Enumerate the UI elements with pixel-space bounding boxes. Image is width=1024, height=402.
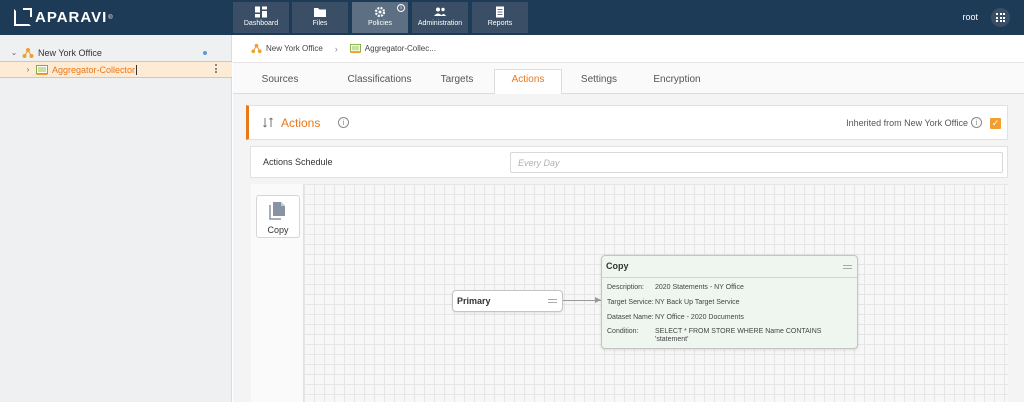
network-node-icon — [22, 47, 34, 58]
palette-copy-action[interactable]: Copy — [256, 195, 300, 238]
action-palette: Copy — [251, 184, 304, 402]
row-value: NY Office - 2020 Documents — [655, 314, 744, 321]
flow-icon — [263, 117, 273, 128]
breadcrumb: New York Office › Aggregator-Collec... — [233, 35, 1024, 63]
actions-schedule-input[interactable] — [510, 152, 1003, 173]
more-options-icon[interactable] — [215, 64, 218, 73]
apps-grid-icon — [996, 13, 1005, 22]
copy-icon — [269, 202, 285, 220]
nav-administration-button[interactable]: Administration — [412, 2, 468, 33]
tree-node-label: Aggregator-Collector — [52, 64, 138, 75]
actions-info-icon[interactable]: i — [338, 117, 349, 128]
breadcrumb-item-new-york-office[interactable]: New York Office — [266, 44, 323, 53]
collector-icon — [349, 43, 361, 54]
logo-text: APARAVI — [35, 9, 108, 26]
copy-node-row-description: Description: 2020 Statements - NY Office — [607, 284, 850, 292]
users-icon — [434, 7, 446, 16]
row-value: 2020 Statements - NY Office — [655, 284, 744, 291]
aparavi-logo[interactable]: APARAVI ® — [14, 8, 113, 27]
nav-reports-label: Reports — [487, 20, 513, 27]
nav-reports-button[interactable]: Reports — [472, 2, 528, 33]
breadcrumb-separator-icon: › — [334, 43, 338, 54]
collector-icon — [36, 64, 48, 75]
nav-administration-label: Administration — [417, 20, 463, 27]
actions-title: Actions — [281, 116, 321, 130]
copy-node-row-condition: Condition: SELECT * FROM STORE WHERE Nam… — [607, 328, 850, 344]
drag-handle-icon[interactable] — [548, 299, 557, 303]
network-node-icon — [251, 43, 262, 54]
drag-handle-icon[interactable] — [843, 265, 852, 269]
tree-node-new-york-office[interactable]: ⌄ New York Office — [0, 44, 232, 61]
folder-icon — [314, 8, 326, 17]
breadcrumb-item-aggregator-collector[interactable]: Aggregator-Collec... — [365, 44, 436, 53]
flow-canvas[interactable]: Primary Copy Description: 2020 Statement… — [304, 184, 1008, 402]
policy-tabs: Sources Classifications Targets Actions … — [233, 63, 1024, 95]
nav-dashboard-label: Dashboard — [243, 20, 279, 27]
report-icon — [496, 6, 504, 18]
status-dot-icon — [203, 50, 207, 55]
copy-action-node[interactable]: Copy Description: 2020 Statements - NY O… — [601, 255, 858, 349]
nav-policies-label: Policies — [367, 20, 393, 27]
tab-targets[interactable]: Targets — [431, 70, 483, 94]
chevron-right-icon[interactable]: › — [24, 65, 32, 74]
nav-files-button[interactable]: Files — [292, 2, 348, 33]
nav-policies-button[interactable]: i Policies — [352, 2, 408, 33]
dashboard-icon — [255, 6, 267, 18]
logo-registered-mark: ® — [108, 14, 113, 21]
logo-mark-icon — [14, 8, 32, 26]
copy-node-header: Copy — [602, 256, 857, 278]
row-value: NY Back Up Target Service — [655, 299, 740, 306]
tab-classifications[interactable]: Classifications — [333, 70, 426, 94]
actions-schedule-row: Actions Schedule — [250, 146, 1008, 178]
primary-node[interactable]: Primary — [452, 290, 563, 312]
tab-settings[interactable]: Settings — [572, 70, 626, 94]
row-value: SELECT * FROM STORE WHERE Name CONTAINS … — [655, 328, 822, 343]
tree-node-aggregator-collector[interactable]: › Aggregator-Collector — [0, 61, 232, 78]
apps-grid-button[interactable] — [991, 8, 1010, 27]
copy-node-row-dataset-name: Dataset Name: NY Office - 2020 Documents — [607, 314, 850, 322]
row-key: Description: — [607, 284, 644, 291]
inherited-checkbox[interactable]: ✓ — [990, 118, 1001, 129]
tab-actions[interactable]: Actions — [494, 69, 562, 95]
nav-dashboard-button[interactable]: Dashboard — [233, 2, 289, 33]
palette-copy-label: Copy — [267, 225, 289, 235]
primary-node-label: Primary — [457, 296, 491, 306]
row-key: Target Service: — [607, 299, 654, 306]
actions-panel: Actions i Inherited from New York Office… — [233, 94, 1024, 402]
tree-node-label: New York Office — [38, 47, 102, 58]
copy-node-title: Copy — [606, 261, 629, 271]
inherited-info-icon[interactable]: i — [971, 117, 982, 128]
sidebar-tree: ⌄ New York Office › Aggregator-Collector — [0, 35, 232, 402]
chevron-down-icon[interactable]: ⌄ — [10, 48, 18, 57]
policies-info-icon[interactable]: i — [397, 4, 405, 12]
user-name[interactable]: root — [962, 12, 978, 22]
inherited-label: Inherited from New York Office — [846, 118, 968, 128]
tab-sources[interactable]: Sources — [245, 70, 315, 94]
tab-encryption[interactable]: Encryption — [646, 70, 708, 94]
actions-header: Actions i Inherited from New York Office… — [246, 105, 1008, 140]
copy-node-row-target-service: Target Service: NY Back Up Target Servic… — [607, 299, 850, 307]
row-key: Dataset Name: — [607, 314, 654, 321]
actions-schedule-label: Actions Schedule — [263, 157, 333, 167]
gear-icon — [374, 6, 386, 18]
nav-files-label: Files — [312, 20, 328, 27]
top-nav-bar: APARAVI ® Dashboard Files i Policies Adm… — [0, 0, 1024, 35]
row-key: Condition: — [607, 328, 639, 335]
